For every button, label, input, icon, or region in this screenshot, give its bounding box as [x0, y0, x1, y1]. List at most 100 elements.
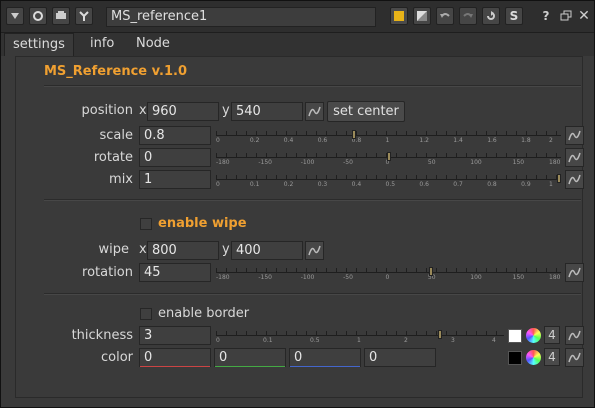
- color-blue-input[interactable]: 0: [289, 348, 361, 367]
- wipe-x-input[interactable]: 800: [147, 241, 219, 260]
- position-animation-icon[interactable]: [305, 102, 324, 121]
- slider-tick-label: -100: [300, 159, 315, 166]
- slider-tick-label: 150: [512, 159, 525, 166]
- color-swatch[interactable]: [508, 351, 522, 365]
- slider-handle[interactable]: [386, 152, 391, 161]
- slider-tick-label: 0.2: [249, 137, 260, 144]
- position-y-input[interactable]: 540: [231, 102, 303, 121]
- slider-tick-label: 4: [492, 337, 496, 344]
- mix-input[interactable]: 1: [139, 170, 211, 189]
- pin-icon[interactable]: [75, 7, 93, 25]
- color-alpha-input[interactable]: 0: [364, 348, 436, 367]
- title-bar: MS_reference1 S ? ✕: [1, 1, 594, 33]
- slider-tick-label: 0.8: [487, 181, 497, 188]
- script-label: S: [509, 9, 519, 23]
- node-name-field[interactable]: MS_reference1: [106, 7, 376, 27]
- slider-tick-label: 1: [549, 181, 553, 188]
- help-icon[interactable]: ?: [537, 7, 555, 25]
- slider-handle[interactable]: [557, 174, 561, 183]
- thickness-color-swatch[interactable]: [508, 329, 522, 343]
- position-x-input[interactable]: 960: [147, 102, 219, 121]
- color-wheel-icon[interactable]: [526, 328, 541, 343]
- slider-tick-label: 0.1: [263, 337, 273, 344]
- slider-tick-label: 0.4: [351, 181, 362, 188]
- wipe-animation-icon[interactable]: [305, 241, 324, 260]
- color-red-input[interactable]: 0: [139, 348, 211, 367]
- slider-tick-label: 1: [357, 337, 361, 344]
- slider-handle[interactable]: [352, 130, 357, 139]
- slider-tick-label: 0.4: [283, 137, 294, 144]
- slider-tick-label: 100: [470, 159, 482, 166]
- enable-wipe-checkbox[interactable]: [140, 218, 152, 230]
- mix-label: mix: [109, 172, 133, 187]
- tab-info[interactable]: info: [82, 33, 122, 55]
- node-icon[interactable]: [29, 7, 47, 25]
- color-wheel-icon[interactable]: [526, 350, 541, 365]
- slider-tick-label: 150: [512, 274, 525, 281]
- label-color-icon[interactable]: [413, 7, 431, 25]
- rotate-slider[interactable]: -180 -150 -100 -50 0 50 100 150 180: [216, 150, 561, 169]
- maximize-icon[interactable]: [557, 7, 575, 25]
- thickness-slider[interactable]: 0 0.1 0.5 1 2 3 4: [216, 328, 504, 347]
- rotate-label: rotate: [93, 150, 133, 165]
- color-label: color: [100, 350, 133, 365]
- close-icon[interactable]: ✕: [575, 7, 593, 25]
- slider-handle[interactable]: [429, 267, 434, 276]
- scale-animation-icon[interactable]: [565, 126, 584, 145]
- divider: [44, 199, 581, 201]
- slider-tick-label: 0.5: [385, 181, 396, 188]
- slider-tick-label: -180: [216, 159, 230, 166]
- color-animation-icon[interactable]: [565, 348, 584, 367]
- rotation-slider[interactable]: -180 -150 -100 -50 0 50 100 150 180: [216, 265, 561, 284]
- enable-border-checkbox[interactable]: [140, 308, 152, 320]
- slider-tick-label: -50: [343, 159, 353, 166]
- slider-tick-label: 0.6: [419, 181, 429, 188]
- thickness-input[interactable]: 3: [139, 326, 211, 345]
- slider-tick-label: 3: [451, 337, 455, 344]
- rotate-animation-icon[interactable]: [565, 148, 584, 167]
- thickness-label: thickness: [71, 328, 133, 343]
- wipe-label: wipe: [98, 242, 130, 257]
- undo-icon[interactable]: [436, 7, 454, 25]
- color-green-input[interactable]: 0: [214, 348, 286, 367]
- slider-tick-label: -50: [343, 274, 353, 281]
- slider-tick-label: 0.5: [310, 337, 320, 344]
- tab-settings[interactable]: settings: [4, 33, 74, 56]
- set-center-button[interactable]: set center: [327, 101, 405, 122]
- node-color-icon[interactable]: [390, 7, 408, 25]
- mix-animation-icon[interactable]: [565, 170, 584, 189]
- redo-icon[interactable]: [459, 7, 477, 25]
- properties-panel: MS_reference1 S ? ✕ settings info Node M…: [0, 0, 595, 408]
- wipe-y-input[interactable]: 400: [231, 241, 303, 260]
- slider-tick-label: -180: [216, 274, 230, 281]
- slider-tick-label: -150: [258, 159, 272, 166]
- collapse-icon[interactable]: [6, 7, 24, 25]
- thickness-channels-button[interactable]: 4: [544, 326, 560, 344]
- float-icon[interactable]: [52, 7, 70, 25]
- scale-slider[interactable]: 0 0.2 0.4 0.6 0.8 1 1.2 1.4 1.6 1.8 2: [216, 128, 561, 147]
- slider-ticks: [216, 331, 504, 336]
- rotation-animation-icon[interactable]: [565, 263, 584, 282]
- color-channels-button[interactable]: 4: [544, 348, 560, 366]
- slider-tick-label: 1.4: [453, 137, 463, 144]
- mix-slider[interactable]: 0 0.1 0.2 0.3 0.4 0.5 0.6 0.7 0.8 0.9 1: [216, 172, 561, 191]
- script-icon[interactable]: S: [505, 7, 523, 25]
- position-y-label: y: [222, 103, 230, 118]
- wipe-x-label: x: [139, 242, 147, 257]
- slider-tick-label: 0: [385, 274, 390, 281]
- revert-icon[interactable]: [482, 7, 500, 25]
- rotate-input[interactable]: 0: [139, 148, 211, 167]
- slider-tick-label: 0.9: [521, 181, 531, 188]
- slider-tick-label: 2: [404, 337, 408, 344]
- thickness-animation-icon[interactable]: [565, 326, 584, 345]
- tab-bar: settings info Node: [1, 33, 594, 56]
- slider-tick-label: 180: [549, 159, 561, 166]
- slider-handle[interactable]: [437, 330, 442, 339]
- wipe-y-label: y: [222, 242, 230, 257]
- rotation-input[interactable]: 45: [139, 263, 211, 282]
- slider-tick-label: 180: [549, 274, 561, 281]
- slider-tick-label: 1.2: [419, 137, 429, 144]
- tab-node[interactable]: Node: [128, 33, 178, 55]
- scale-input[interactable]: 0.8: [139, 126, 211, 145]
- slider-tick-label: 0: [216, 337, 220, 344]
